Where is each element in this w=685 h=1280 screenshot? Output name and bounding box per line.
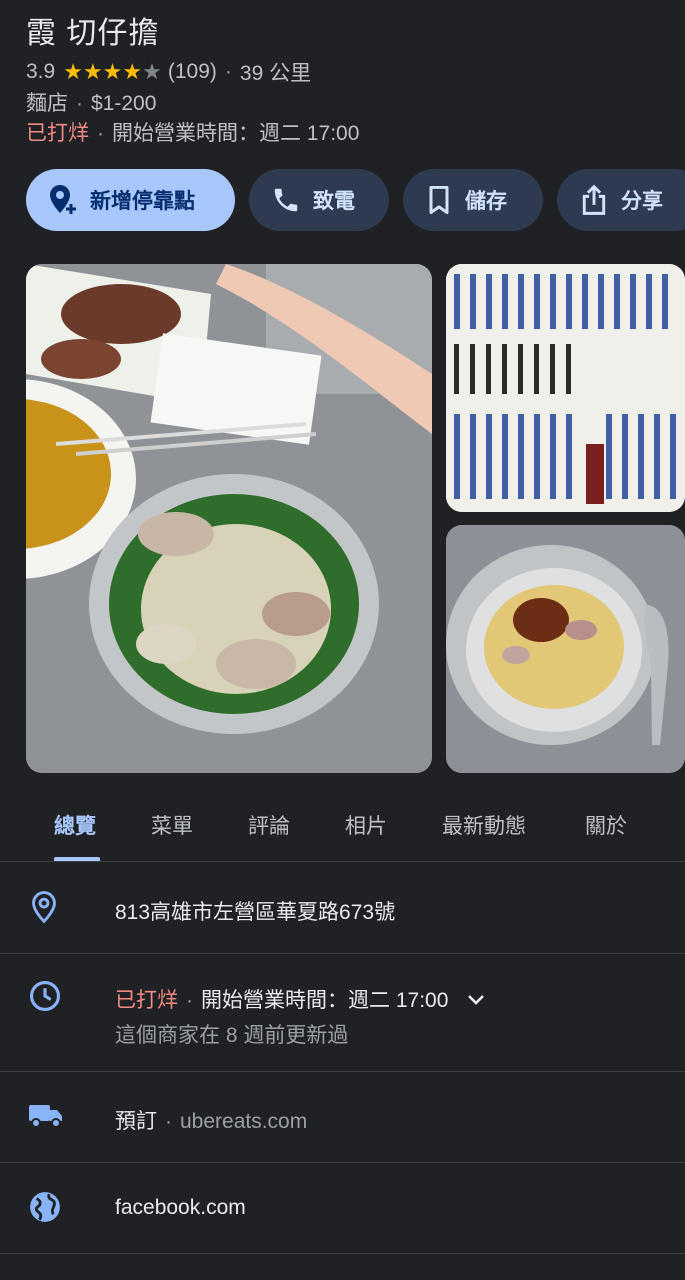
website-row[interactable]: facebook.com <box>0 1163 685 1254</box>
photo-menu[interactable] <box>446 264 685 512</box>
delivery-truck-icon <box>29 1105 62 1128</box>
location-pin-icon <box>32 891 56 924</box>
hours-summary[interactable]: 已打烊 · 開始營業時間：週二 17:00 <box>26 117 359 147</box>
tab-menu[interactable]: 菜單 <box>151 810 193 840</box>
photo-wonton-noodle-soup[interactable] <box>26 264 432 773</box>
share-button[interactable]: 分享 <box>557 169 685 231</box>
share-icon <box>582 184 606 215</box>
opening-time: 開始營業時間：週二 17:00 <box>112 122 360 145</box>
separator-dot: · <box>165 1110 172 1133</box>
hours-text: 開始營業時間：週二 17:00 <box>201 989 449 1012</box>
category: 麵店 <box>26 92 68 115</box>
separator-dot: · <box>186 989 193 1012</box>
star-icon: ★ <box>82 59 103 84</box>
order-label: 預訂 <box>115 1110 157 1133</box>
rating-row[interactable]: 3.9 ★ ★ ★ ★ ★ (109) · 39 公里 <box>26 57 311 87</box>
price-range: $1-200 <box>91 92 157 115</box>
separator-dot: · <box>97 122 104 145</box>
phone-icon <box>274 188 298 212</box>
noodle-photo-image <box>446 525 685 773</box>
globe-icon <box>30 1192 60 1222</box>
add-stop-label: 新增停靠點 <box>90 190 195 213</box>
update-note: 這個商家在 8 週前更新過 <box>115 1024 349 1047</box>
bookmark-icon <box>429 185 449 215</box>
star-icon: ★ <box>63 59 83 84</box>
category-row: 麵店 · $1-200 <box>26 87 156 117</box>
share-label: 分享 <box>621 190 663 213</box>
address-row[interactable]: 813高雄市左營區華夏路673號 <box>0 862 685 954</box>
review-count[interactable]: (109) <box>168 60 217 84</box>
clock-icon <box>29 980 61 1012</box>
tab-reviews[interactable]: 評論 <box>248 810 290 840</box>
hours-row[interactable]: 已打烊 · 開始營業時間：週二 17:00 這個商家在 8 週前更新過 <box>0 953 685 1072</box>
action-bar: 新增停靠點 致電 儲存 分享 <box>26 169 685 231</box>
website-link[interactable]: facebook.com <box>115 1196 246 1220</box>
star-rating: ★ ★ ★ ★ ★ <box>63 61 162 83</box>
order-site: ubereats.com <box>180 1110 308 1133</box>
add-stop-button[interactable]: 新增停靠點 <box>26 169 235 231</box>
hours-status: 已打烊 <box>115 989 178 1012</box>
tab-overview[interactable]: 總覽 <box>54 810 96 840</box>
rating-value: 3.9 <box>26 60 56 83</box>
star-icon: ★ <box>122 59 143 84</box>
order-text: 預訂 · ubereats.com <box>115 1105 307 1135</box>
save-label: 儲存 <box>465 190 507 213</box>
separator-dot: · <box>224 60 232 83</box>
add-stop-icon <box>50 185 76 214</box>
active-tab-indicator <box>54 857 100 861</box>
separator-dot: · <box>76 92 83 115</box>
star-icon: ★ <box>102 59 123 84</box>
chevron-down-icon[interactable] <box>464 988 488 1012</box>
tab-bar: 總覽 菜單 評論 相片 最新動態 關於 <box>0 790 685 862</box>
tab-about[interactable]: 關於 <box>585 810 627 840</box>
star-icon: ★ <box>142 59 162 84</box>
tab-photos[interactable]: 相片 <box>345 810 387 840</box>
order-row[interactable]: 預訂 · ubereats.com <box>0 1072 685 1163</box>
distance: 39 公里 <box>239 62 312 85</box>
menu-photo-image <box>446 264 685 512</box>
address-text: 813高雄市左營區華夏路673號 <box>115 901 396 924</box>
photo-dry-noodles[interactable] <box>446 525 685 773</box>
call-button[interactable]: 致電 <box>249 169 389 231</box>
place-title: 霞 切仔擔 <box>26 17 160 50</box>
open-status: 已打烊 <box>26 122 89 145</box>
hours-detail: 已打烊 · 開始營業時間：週二 17:00 <box>115 984 488 1014</box>
tab-updates[interactable]: 最新動態 <box>442 810 526 840</box>
call-label: 致電 <box>313 190 355 213</box>
food-photo-image <box>26 264 432 773</box>
save-button[interactable]: 儲存 <box>403 169 543 231</box>
